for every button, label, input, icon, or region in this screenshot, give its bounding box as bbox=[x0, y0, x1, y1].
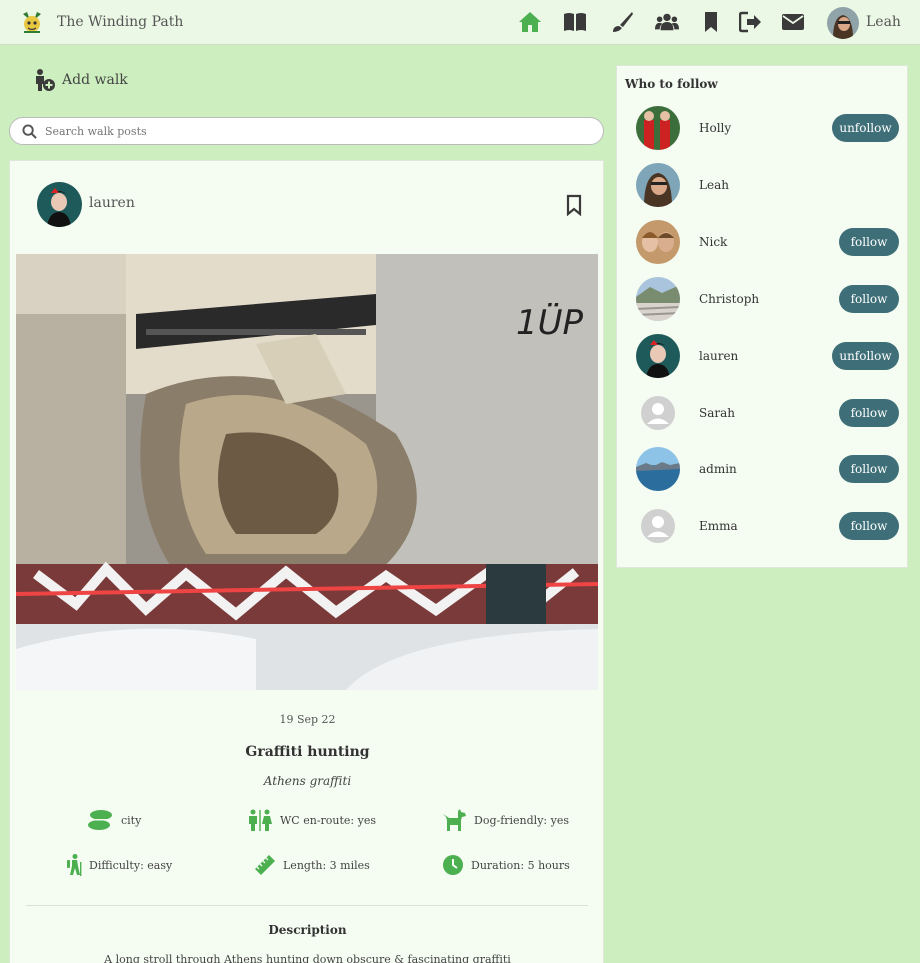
post-photo: 1ÜP bbox=[16, 254, 598, 690]
follow-row-admin: admin follow bbox=[617, 447, 909, 491]
add-walk-label: Add walk bbox=[62, 72, 128, 88]
who-to-follow-heading: Who to follow bbox=[625, 77, 718, 91]
post-date: 19 Sep 22 bbox=[279, 713, 336, 726]
restroom-icon bbox=[249, 809, 272, 831]
default-avatar-icon[interactable] bbox=[636, 391, 680, 435]
search-icon bbox=[22, 123, 37, 139]
svg-text:1ÜP: 1ÜP bbox=[516, 302, 584, 343]
search-input[interactable] bbox=[45, 124, 565, 138]
post-subtitle: Athens graffiti bbox=[263, 774, 352, 788]
walk-post-card: lauren 1ÜP 19 Sep 22 Graffiti hunting At… bbox=[9, 160, 604, 963]
follow-button[interactable]: follow bbox=[839, 512, 899, 540]
follow-username[interactable]: Sarah bbox=[699, 406, 735, 420]
clock-icon bbox=[443, 855, 463, 875]
attr-terrain: city bbox=[88, 809, 141, 831]
dog-icon bbox=[443, 809, 466, 831]
add-walk-button[interactable]: Add walk bbox=[32, 68, 128, 92]
avatar[interactable] bbox=[636, 334, 680, 378]
attr-duration: Duration: 5 hours bbox=[442, 854, 570, 876]
footsteps-icon bbox=[88, 810, 114, 830]
follow-username[interactable]: Holly bbox=[699, 121, 731, 135]
follow-button[interactable]: follow bbox=[839, 399, 899, 427]
post-author-avatar[interactable] bbox=[37, 182, 82, 227]
follow-button[interactable]: follow bbox=[839, 285, 899, 313]
bookmark-icon[interactable] bbox=[698, 10, 724, 34]
home-icon[interactable] bbox=[517, 10, 543, 34]
attr-length: Length: 3 miles bbox=[254, 854, 370, 876]
divider bbox=[26, 905, 588, 906]
follow-row-lauren: lauren unfollow bbox=[617, 334, 909, 378]
avatar[interactable] bbox=[636, 163, 680, 207]
ruler-icon bbox=[255, 855, 275, 875]
who-to-follow-panel: Who to follow Holly unfollow Leah Nick f… bbox=[616, 65, 908, 568]
top-navbar: The Winding Path Leah bbox=[0, 0, 920, 45]
follow-username[interactable]: admin bbox=[699, 462, 737, 476]
default-avatar-icon[interactable] bbox=[636, 504, 680, 548]
unfollow-button[interactable]: unfollow bbox=[832, 114, 899, 142]
post-title: Graffiti hunting bbox=[245, 744, 370, 760]
sign-out-icon[interactable] bbox=[738, 10, 764, 34]
paintbrush-icon[interactable] bbox=[609, 10, 635, 34]
book-icon[interactable] bbox=[562, 10, 588, 34]
post-author-name[interactable]: lauren bbox=[89, 195, 135, 211]
nav-username[interactable]: Leah bbox=[866, 14, 901, 30]
follow-row-christoph: Christoph follow bbox=[617, 277, 909, 321]
follow-username[interactable]: Leah bbox=[699, 178, 729, 192]
add-person-icon bbox=[36, 69, 55, 91]
envelope-icon[interactable] bbox=[780, 10, 806, 34]
description-text: A long stroll through Athens hunting dow… bbox=[104, 953, 511, 963]
users-icon[interactable] bbox=[654, 10, 680, 34]
follow-username[interactable]: Emma bbox=[699, 519, 738, 533]
avatar[interactable] bbox=[636, 220, 680, 264]
attr-difficulty: Difficulty: easy bbox=[66, 854, 172, 876]
attr-wc: WC en-route: yes bbox=[247, 809, 376, 831]
avatar[interactable] bbox=[636, 447, 680, 491]
user-avatar[interactable] bbox=[827, 7, 859, 39]
hiking-icon bbox=[67, 854, 82, 876]
follow-row-nick: Nick follow bbox=[617, 220, 909, 264]
follow-row-emma: Emma follow bbox=[617, 504, 909, 548]
brand-name[interactable]: The Winding Path bbox=[57, 14, 183, 30]
description-heading: Description bbox=[268, 923, 347, 937]
follow-username[interactable]: Nick bbox=[699, 235, 727, 249]
unfollow-button[interactable]: unfollow bbox=[832, 342, 899, 370]
search-bar[interactable] bbox=[9, 117, 604, 145]
follow-row-leah: Leah bbox=[617, 163, 909, 207]
follow-button[interactable]: follow bbox=[839, 228, 899, 256]
logo-icon[interactable] bbox=[18, 8, 46, 36]
follow-row-sarah: Sarah follow bbox=[617, 391, 909, 435]
follow-username[interactable]: lauren bbox=[699, 349, 738, 363]
avatar[interactable] bbox=[636, 277, 680, 321]
follow-username[interactable]: Christoph bbox=[699, 292, 759, 306]
attr-dog: Dog-friendly: yes bbox=[443, 809, 569, 831]
bookmark-outline-icon[interactable] bbox=[566, 194, 582, 216]
avatar[interactable] bbox=[636, 106, 680, 150]
follow-button[interactable]: follow bbox=[839, 455, 899, 483]
follow-row-holly: Holly unfollow bbox=[617, 106, 909, 150]
